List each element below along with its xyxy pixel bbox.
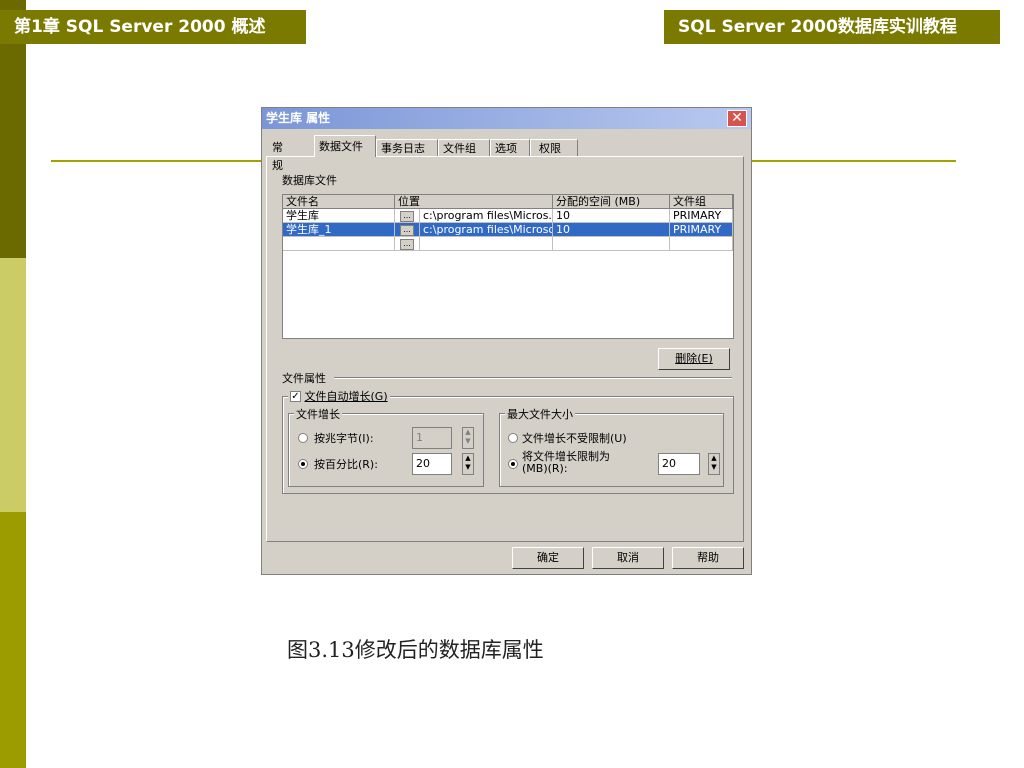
- tab-permissions[interactable]: 权限: [530, 139, 578, 157]
- browse-button[interactable]: ...: [400, 211, 414, 222]
- tab-data-files[interactable]: 数据文件: [314, 135, 376, 157]
- column-header-filegroup[interactable]: 文件组: [670, 195, 733, 209]
- tab-filegroups[interactable]: 文件组: [438, 139, 490, 157]
- cell-size[interactable]: [553, 237, 670, 251]
- cell-browse: ...: [395, 223, 420, 237]
- database-files-label: 数据库文件: [282, 174, 337, 187]
- table-row-empty[interactable]: ...: [283, 237, 733, 251]
- radio-limit[interactable]: [508, 459, 518, 469]
- divider-line-right: [752, 160, 956, 162]
- cancel-button[interactable]: 取消: [592, 547, 664, 569]
- max-file-size-title: 最大文件大小: [505, 406, 575, 422]
- limit-label-line2[interactable]: (MB)(R):: [522, 463, 568, 475]
- cell-filegroup[interactable]: PRIMARY: [670, 209, 733, 223]
- file-properties-divider: [334, 377, 732, 379]
- by-percent-label[interactable]: 按百分比(R):: [314, 456, 378, 472]
- column-header-location[interactable]: 位置: [395, 195, 553, 209]
- figure-caption: 图3.13修改后的数据库属性: [287, 638, 544, 662]
- left-accent-bar-middle: [0, 258, 26, 512]
- table-row[interactable]: 学生库 ... c:\program files\Micros... 10 PR…: [283, 209, 733, 223]
- cell-location[interactable]: c:\program files\Micros...: [420, 209, 553, 223]
- ok-button[interactable]: 确定: [512, 547, 584, 569]
- book-title-header: SQL Server 2000数据库实训教程: [664, 10, 1000, 44]
- divider-line-left: [51, 160, 261, 162]
- tab-general[interactable]: 常规: [268, 139, 287, 172]
- file-properties-label: 文件属性: [282, 372, 326, 385]
- database-files-table: 文件名 位置 分配的空间 (MB) 文件组 学生库 ... c:\program…: [282, 194, 734, 339]
- auto-grow-label[interactable]: 文件自动增长(G): [305, 390, 388, 403]
- cell-filegroup[interactable]: PRIMARY: [670, 223, 733, 237]
- cell-browse: ...: [395, 237, 420, 251]
- delete-button[interactable]: 删除(E): [658, 348, 730, 370]
- tab-transaction-log[interactable]: 事务日志: [376, 139, 438, 157]
- cell-filename[interactable]: [283, 237, 395, 251]
- table-row[interactable]: 学生库_1 ... c:\program files\Microso... 10…: [283, 223, 733, 237]
- chapter-header: 第1章 SQL Server 2000 概述: [0, 10, 306, 44]
- by-percent-input[interactable]: 20: [412, 453, 452, 475]
- file-growth-title: 文件增长: [294, 406, 342, 422]
- by-percent-spinner[interactable]: ▲ ▼: [462, 453, 474, 475]
- radio-unlimited[interactable]: [508, 433, 518, 443]
- unlimited-label[interactable]: 文件增长不受限制(U): [522, 430, 627, 446]
- left-accent-bar-bottom: [0, 512, 26, 768]
- browse-button[interactable]: ...: [400, 239, 414, 250]
- cell-filename[interactable]: 学生库: [283, 209, 395, 223]
- column-header-size[interactable]: 分配的空间 (MB): [553, 195, 670, 209]
- cell-filename[interactable]: 学生库_1: [283, 223, 395, 237]
- cell-size[interactable]: 10: [553, 223, 670, 237]
- limit-spinner[interactable]: ▲ ▼: [708, 453, 720, 475]
- dialog-titlebar[interactable]: 学生库 属性 ✕: [262, 108, 751, 129]
- cell-size[interactable]: 10: [553, 209, 670, 223]
- cell-location[interactable]: [420, 237, 553, 251]
- by-mb-label[interactable]: 按兆字节(I):: [314, 430, 374, 446]
- dialog-title: 学生库 属性: [266, 111, 331, 125]
- column-header-filename[interactable]: 文件名: [283, 195, 395, 209]
- close-icon[interactable]: ✕: [727, 110, 747, 127]
- auto-grow-checkbox[interactable]: ✓: [290, 390, 301, 402]
- radio-by-percent[interactable]: [298, 459, 308, 469]
- cell-browse: ...: [395, 209, 420, 223]
- cell-filegroup[interactable]: [670, 237, 733, 251]
- database-properties-dialog: 学生库 属性 ✕ 常规 数据文件 事务日志 文件组 选项 权限 数据库文件 文件…: [261, 107, 752, 575]
- limit-input[interactable]: 20: [658, 453, 700, 475]
- file-growth-group: [288, 413, 484, 487]
- tab-options[interactable]: 选项: [490, 139, 530, 157]
- by-mb-input[interactable]: 1: [412, 427, 452, 449]
- by-mb-spinner[interactable]: ▲ ▼: [462, 427, 474, 449]
- browse-button[interactable]: ...: [400, 225, 414, 236]
- help-button[interactable]: 帮助: [672, 547, 744, 569]
- cell-location[interactable]: c:\program files\Microso...: [420, 223, 553, 237]
- auto-grow-title: ✓ 文件自动增长(G): [288, 388, 390, 404]
- radio-by-mb[interactable]: [298, 433, 308, 443]
